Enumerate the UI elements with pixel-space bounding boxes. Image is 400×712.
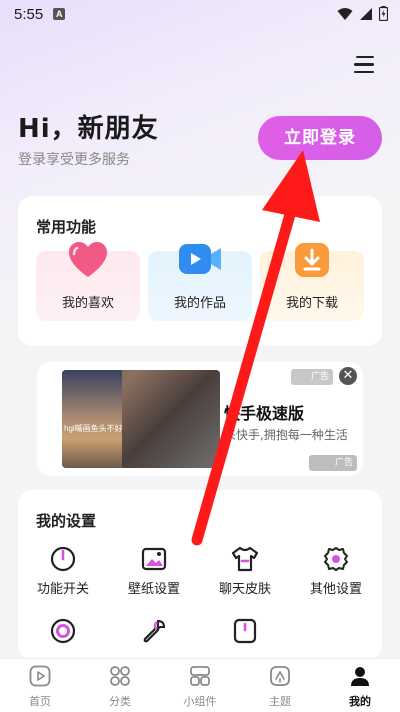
my-downloads-label: 我的下载 <box>285 296 338 311</box>
phone-icon <box>233 618 257 644</box>
chat-skin-label: 聊天皮肤 <box>218 582 271 597</box>
my-likes-label: 我的喜欢 <box>61 296 114 311</box>
circle-icon <box>50 618 76 644</box>
settings-card: 我的设置 功能开关 壁纸设置 聊天皮肤 其他设置 <box>18 490 382 660</box>
ad-title: 快手极速版 <box>224 404 305 423</box>
heart-icon <box>69 242 107 277</box>
settings-title: 我的设置 <box>36 512 97 530</box>
widget-icon <box>190 666 210 686</box>
my-works-label: 我的作品 <box>173 296 226 311</box>
play-icon <box>29 665 51 687</box>
my-likes-button[interactable]: 我的喜欢 <box>36 242 140 321</box>
status-icons <box>337 6 388 21</box>
my-works-button[interactable]: 我的作品 <box>148 244 252 321</box>
tab-home-label: 首页 <box>29 695 51 708</box>
wallpaper-settings-button[interactable]: 壁纸设置 <box>109 546 199 597</box>
tab-home[interactable]: 首页 <box>5 664 75 709</box>
common-functions-card: 常用功能 我的喜欢 我的作品 我的下载 <box>18 196 382 346</box>
ad-source-badge: 广告 <box>309 455 357 471</box>
user-icon <box>351 667 369 686</box>
tab-categories[interactable]: 分类 <box>85 664 155 709</box>
settings-item-7[interactable] <box>200 618 290 644</box>
tab-themes[interactable]: 主题 <box>245 664 315 709</box>
wallpaper-icon <box>141 547 167 571</box>
tshirt-icon <box>231 546 259 572</box>
notification-icon: A <box>53 8 66 20</box>
greeting-subtitle: 登录享受更多服务 <box>18 152 130 168</box>
common-functions-title: 常用功能 <box>36 218 97 236</box>
feature-toggle-label: 功能开关 <box>36 582 89 597</box>
my-downloads-button[interactable]: 我的下载 <box>260 243 364 321</box>
ad-subtitle: 来快手,拥抱每一种生活 <box>224 428 348 442</box>
other-settings-button[interactable]: 其他设置 <box>291 546 381 597</box>
close-icon[interactable]: ✕ <box>339 367 357 385</box>
tab-themes-label: 主题 <box>269 695 291 708</box>
battery-icon <box>379 6 388 21</box>
wallpaper-settings-label: 壁纸设置 <box>127 582 180 597</box>
feature-toggle-button[interactable]: 功能开关 <box>18 546 108 597</box>
ad-badge: 广告 <box>291 369 333 385</box>
download-icon <box>295 243 329 277</box>
tab-categories-label: 分类 <box>109 695 131 708</box>
settings-item-5[interactable] <box>18 618 108 644</box>
settings-item-6[interactable] <box>109 618 199 644</box>
ad-thumbnail-caption: hgi嘴画鱼头不好 <box>64 424 123 433</box>
chat-skin-button[interactable]: 聊天皮肤 <box>200 546 290 597</box>
power-icon <box>50 546 76 572</box>
greeting-title: Hi，新朋友 <box>18 114 159 144</box>
status-bar: 5:55 A <box>0 0 400 28</box>
ad-thumbnail: hgi嘴画鱼头不好 <box>62 370 220 468</box>
gear-icon <box>324 547 348 571</box>
tab-mine[interactable]: 我的 <box>325 664 395 709</box>
bottom-tab-bar: 首页 分类 小组件 主题 我的 <box>0 658 400 712</box>
theme-icon <box>270 666 290 686</box>
wifi-icon <box>337 7 353 20</box>
other-settings-label: 其他设置 <box>309 582 362 597</box>
menu-icon[interactable] <box>354 56 378 76</box>
grid-icon <box>110 666 130 686</box>
tab-widgets-label: 小组件 <box>183 695 217 708</box>
tab-mine-label: 我的 <box>349 695 371 708</box>
login-button[interactable]: 立即登录 <box>258 116 382 160</box>
tab-widgets[interactable]: 小组件 <box>165 664 235 709</box>
signal-icon <box>360 7 372 20</box>
wrench-icon <box>143 619 166 643</box>
ad-banner[interactable]: hgi嘴画鱼头不好 广告 ✕ 快手极速版 来快手,拥抱每一种生活 广告 <box>37 362 363 476</box>
video-camera-icon <box>179 244 221 274</box>
status-time: 5:55 <box>14 5 44 23</box>
